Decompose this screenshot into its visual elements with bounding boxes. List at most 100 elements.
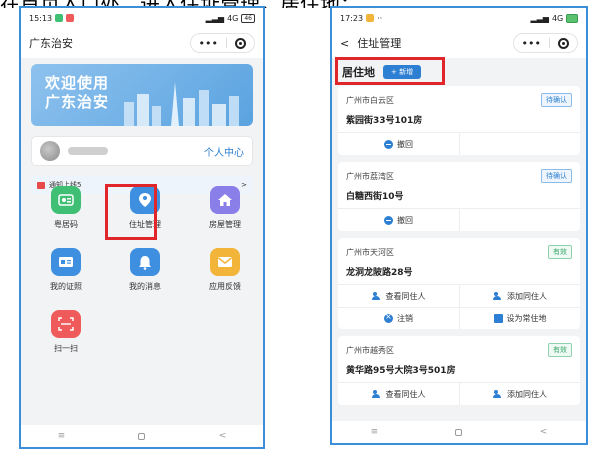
- menu-nav-icon[interactable]: ≡: [371, 427, 379, 437]
- app-label: 扫一扫: [54, 344, 78, 353]
- app-label: 应用反馈: [209, 282, 241, 291]
- welcome-banner[interactable]: 欢迎使用 广东治安: [31, 64, 253, 126]
- address-detail: 黄华路95号大院3号501房: [346, 366, 456, 376]
- add-cohabitant-label: 添加同住人: [507, 291, 547, 301]
- app-label: 我的消息: [129, 282, 161, 291]
- id-card-icon: [51, 186, 81, 214]
- system-nav-bar: ≡ <: [332, 421, 586, 443]
- app-my-messages[interactable]: 我的消息: [115, 248, 175, 292]
- user-card[interactable]: 个人中心: [31, 136, 253, 166]
- network-type: 4G: [551, 13, 564, 23]
- status-bar: 15:13 ▂▃▅ 4G 46: [21, 8, 263, 28]
- system-nav-bar: ≡ <: [21, 425, 263, 447]
- address-card[interactable]: 广州市天河区 有效 龙洞龙陂路28号 查看同住人 添加同住人 注销: [338, 238, 580, 329]
- status-badge: 待确认: [541, 169, 572, 183]
- status-badge: 有效: [548, 245, 572, 259]
- status-time: 17:23: [340, 13, 364, 23]
- title-bar: 广东治安 •••: [21, 28, 263, 58]
- address-detail: 白糖西街10号: [346, 192, 404, 202]
- highlight-annotation: [105, 184, 157, 240]
- add-cohabitant-button[interactable]: 添加同住人: [459, 383, 580, 405]
- address-management-phone-screen: 17:23 ·· ▂▃▅ 4G < 住址管理 ••• 居住地 + 新增 广州市白…: [330, 6, 588, 445]
- battery-icon: [566, 13, 578, 23]
- residence-section-header: 居住地 + 新增: [332, 57, 586, 86]
- add-cohabitant-button[interactable]: 添加同住人: [459, 285, 580, 307]
- network-type: 4G: [227, 13, 239, 23]
- app-label: 粤居码: [54, 220, 78, 229]
- district-text: 广州市荔湾区: [346, 171, 394, 181]
- add-cohabitant-label: 添加同住人: [507, 389, 547, 399]
- app-notification-icon: [366, 14, 375, 22]
- district-text: 广州市越秀区: [346, 345, 394, 355]
- address-card[interactable]: 广州市白云区 待确认 紫园街33号101房 撤回: [338, 86, 580, 155]
- close-miniapp-icon[interactable]: [558, 37, 569, 49]
- app-notification-icon: [55, 14, 64, 22]
- mini-program-capsule: •••: [189, 33, 255, 53]
- status-badge: 待确认: [541, 93, 572, 107]
- skyline-illustration-icon: [124, 82, 239, 126]
- view-cohabitant-button[interactable]: 查看同住人: [338, 383, 459, 405]
- mini-program-capsule: •••: [512, 33, 578, 53]
- title-bar: < 住址管理 •••: [332, 28, 586, 58]
- more-icon[interactable]: •••: [522, 37, 541, 50]
- highlight-annotation: [335, 57, 445, 85]
- person-add-icon: [493, 390, 503, 398]
- back-nav-icon[interactable]: <: [219, 431, 227, 441]
- app-yuejuma[interactable]: 粤居码: [36, 186, 96, 230]
- back-arrow-icon[interactable]: <: [340, 37, 349, 50]
- set-usual-residence-button[interactable]: 设为常住地: [459, 307, 580, 329]
- empty-action-slot: [459, 209, 580, 231]
- people-icon: [371, 390, 382, 398]
- page-title: 广东治安: [29, 37, 73, 50]
- app-my-certificates[interactable]: 我的证照: [36, 248, 96, 292]
- app-scan[interactable]: 扫一扫: [36, 310, 96, 354]
- revoke-button[interactable]: 撤回: [338, 133, 459, 155]
- menu-nav-icon[interactable]: ≡: [58, 431, 66, 441]
- bell-icon: [130, 248, 160, 276]
- district-text: 广州市白云区: [346, 95, 394, 105]
- revoke-label: 撤回: [397, 215, 413, 225]
- scan-icon: [51, 310, 81, 338]
- revoke-button[interactable]: 撤回: [338, 209, 459, 231]
- cancel-button[interactable]: 注销: [338, 307, 459, 329]
- app-feedback[interactable]: 应用反馈: [195, 248, 255, 292]
- close-circle-icon: [384, 312, 393, 323]
- status-bar: 17:23 ·· ▂▃▅ 4G: [332, 8, 586, 28]
- revoke-label: 撤回: [397, 139, 413, 149]
- view-cohabitant-label: 查看同住人: [385, 389, 426, 399]
- certificate-icon: [51, 248, 81, 276]
- cancel-label: 注销: [397, 314, 413, 323]
- home-phone-screen: 15:13 ▂▃▅ 4G 46 广东治安 ••• 欢迎使用 广东治安 个人中心 …: [19, 6, 265, 449]
- status-badge: 有效: [548, 343, 572, 357]
- district-text: 广州市天河区: [346, 247, 394, 257]
- address-detail: 龙洞龙陂路28号: [346, 268, 413, 278]
- status-time: 15:13: [29, 13, 53, 23]
- house-icon: [210, 186, 240, 214]
- avatar: [40, 141, 60, 161]
- screenshot-root: 在首页入口处，进入住址管理，居住地： 15:13 ▂▃▅ 4G 46 广东治安 …: [0, 0, 609, 453]
- person-add-icon: [493, 292, 503, 300]
- view-cohabitant-label: 查看同住人: [385, 291, 426, 301]
- battery-icon: 46: [241, 13, 255, 23]
- view-cohabitant-button[interactable]: 查看同住人: [338, 285, 459, 307]
- home-nav-icon[interactable]: [455, 428, 463, 436]
- app-label: 房屋管理: [209, 220, 241, 229]
- banner-line-2: 广东治安: [45, 93, 110, 111]
- close-miniapp-icon[interactable]: [235, 37, 246, 49]
- address-card[interactable]: 广州市荔湾区 待确认 白糖西街10号 撤回: [338, 162, 580, 231]
- minus-circle-icon: [384, 215, 393, 225]
- app-notification-icon: [66, 14, 75, 22]
- status-extra: ··: [377, 13, 383, 23]
- address-card[interactable]: 广州市越秀区 有效 黄华路95号大院3号501房 查看同住人 添加同住人: [338, 336, 580, 405]
- page-title: 住址管理: [357, 37, 402, 50]
- list-icon: [493, 314, 503, 323]
- app-house-management[interactable]: 房屋管理: [195, 186, 255, 230]
- banner-line-1: 欢迎使用: [45, 74, 110, 92]
- envelope-icon: [210, 248, 240, 276]
- minus-circle-icon: [384, 139, 393, 149]
- app-label: 我的证照: [50, 282, 82, 291]
- more-icon[interactable]: •••: [199, 37, 218, 50]
- back-nav-icon[interactable]: <: [540, 427, 548, 437]
- home-nav-icon[interactable]: [138, 432, 146, 440]
- personal-center-link[interactable]: 个人中心: [204, 144, 244, 159]
